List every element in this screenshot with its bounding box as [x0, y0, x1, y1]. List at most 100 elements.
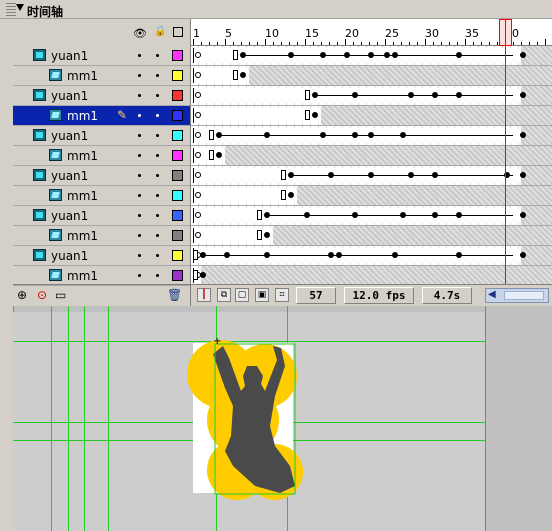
visibility-dot[interactable] — [138, 74, 141, 77]
visibility-dot[interactable] — [138, 114, 141, 117]
blank-keyframe[interactable] — [195, 192, 201, 198]
keyframe[interactable] — [456, 52, 462, 58]
layer-name[interactable]: mm1 — [67, 69, 98, 83]
layer-name[interactable]: mm1 — [67, 269, 98, 283]
layer-color-swatch[interactable] — [172, 230, 183, 241]
frame-row[interactable] — [191, 66, 552, 86]
layer-row[interactable]: yuan1 — [13, 46, 190, 66]
layer-row[interactable]: yuan1 — [13, 126, 190, 146]
layer-row[interactable]: mm1 — [13, 226, 190, 246]
layer-name[interactable]: yuan1 — [51, 249, 88, 263]
frame-row[interactable] — [191, 266, 552, 286]
blank-keyframe[interactable] — [195, 132, 201, 138]
frame-marker[interactable] — [233, 50, 238, 60]
layer-color-swatch[interactable] — [172, 270, 183, 281]
layer-row[interactable]: yuan1 — [13, 206, 190, 226]
blank-keyframe[interactable] — [195, 92, 201, 98]
layer-color-swatch[interactable] — [172, 70, 183, 81]
keyframe[interactable] — [352, 92, 358, 98]
layer-row[interactable]: mm1 — [13, 146, 190, 166]
empty-frames[interactable] — [201, 266, 552, 285]
timeline-scrollbar[interactable]: ◀ — [485, 288, 549, 303]
insert-layer-icon[interactable]: ⊕ — [17, 288, 27, 302]
keyframe[interactable] — [520, 52, 526, 58]
frame-row[interactable] — [191, 146, 552, 166]
lock-dot[interactable] — [156, 234, 159, 237]
keyframe[interactable] — [392, 252, 398, 258]
frame-span[interactable] — [193, 108, 321, 123]
layer-row[interactable]: yuan1 — [13, 86, 190, 106]
visibility-dot[interactable] — [138, 234, 141, 237]
frame-row[interactable] — [191, 206, 552, 226]
onion-skin-icon[interactable]: ⧉ — [217, 288, 231, 302]
lock-dot[interactable] — [156, 154, 159, 157]
keyframe[interactable] — [392, 52, 398, 58]
keyframe[interactable] — [320, 52, 326, 58]
visibility-dot[interactable] — [138, 274, 141, 277]
layer-name[interactable]: mm1 — [67, 229, 98, 243]
lock-dot[interactable] — [156, 54, 159, 57]
keyframe[interactable] — [200, 252, 206, 258]
keyframe[interactable] — [352, 132, 358, 138]
lock-dot[interactable] — [156, 254, 159, 257]
keyframe[interactable] — [264, 212, 270, 218]
blank-keyframe[interactable] — [195, 232, 201, 238]
frame-row[interactable] — [191, 46, 552, 66]
eye-icon[interactable]: 👁 — [133, 27, 147, 40]
layer-color-swatch[interactable] — [172, 250, 183, 261]
keyframe[interactable] — [408, 172, 414, 178]
lock-dot[interactable] — [156, 174, 159, 177]
frame-row[interactable] — [191, 166, 552, 186]
frame-row[interactable] — [191, 126, 552, 146]
frame-row[interactable] — [191, 226, 552, 246]
keyframe[interactable] — [400, 212, 406, 218]
keyframe[interactable] — [216, 152, 222, 158]
keyframe[interactable] — [456, 92, 462, 98]
frame-marker[interactable] — [305, 110, 310, 120]
keyframe[interactable] — [200, 272, 206, 278]
keyframe[interactable] — [520, 172, 526, 178]
trash-icon[interactable]: 🗑 — [167, 288, 182, 302]
scroll-thumb[interactable] — [504, 291, 544, 300]
onion-markers-icon[interactable]: ⌗ — [275, 288, 289, 302]
keyframe[interactable] — [352, 212, 358, 218]
layer-row[interactable]: yuan1 — [13, 166, 190, 186]
keyframe[interactable] — [520, 212, 526, 218]
visibility-dot[interactable] — [138, 194, 141, 197]
dancer-figure[interactable]: + — [185, 336, 315, 506]
outline-box-icon[interactable] — [173, 27, 183, 37]
stage[interactable]: + — [13, 306, 552, 531]
lock-dot[interactable] — [156, 114, 159, 117]
blank-keyframe[interactable] — [195, 152, 201, 158]
layer-name[interactable]: mm1 — [67, 189, 98, 203]
frame-marker[interactable] — [257, 210, 262, 220]
timeline-panel-header[interactable]: 时间轴 — [0, 0, 552, 19]
frame-row[interactable] — [191, 106, 552, 126]
keyframe[interactable] — [456, 252, 462, 258]
guide-vertical[interactable] — [84, 306, 85, 531]
layer-color-swatch[interactable] — [172, 90, 183, 101]
keyframe[interactable] — [400, 132, 406, 138]
collapse-arrow-icon[interactable] — [16, 4, 24, 11]
layer-name[interactable]: yuan1 — [51, 129, 88, 143]
keyframe[interactable] — [288, 52, 294, 58]
layer-name[interactable]: yuan1 — [51, 49, 88, 63]
keyframe[interactable] — [368, 172, 374, 178]
edit-multiple-icon[interactable]: ▣ — [255, 288, 269, 302]
empty-frames[interactable] — [273, 226, 552, 245]
playhead-line[interactable] — [505, 19, 506, 284]
lock-dot[interactable] — [156, 194, 159, 197]
frame-marker[interactable] — [193, 270, 198, 280]
keyframe[interactable] — [520, 252, 526, 258]
layer-name[interactable]: yuan1 — [51, 89, 88, 103]
guide-vertical[interactable] — [51, 306, 52, 531]
visibility-dot[interactable] — [138, 54, 141, 57]
keyframe[interactable] — [288, 172, 294, 178]
frame-ruler[interactable]: 1 5 10 15 20 25 30 35 40 — [191, 19, 552, 46]
motion-guide-icon[interactable]: ⊙ — [37, 288, 47, 302]
center-frame-icon[interactable]: ┃ — [197, 288, 211, 302]
layer-row[interactable]: mm1 ✎ — [13, 106, 190, 126]
visibility-dot[interactable] — [138, 94, 141, 97]
keyframe[interactable] — [288, 192, 294, 198]
keyframe[interactable] — [520, 132, 526, 138]
